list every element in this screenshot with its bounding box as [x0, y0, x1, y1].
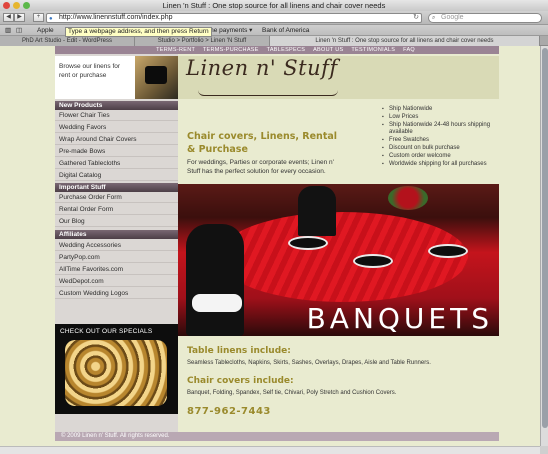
table-linens-heading: Table linens include: [187, 346, 291, 356]
search-icon: ⌕ [432, 15, 436, 21]
back-chair [298, 186, 336, 236]
address-text: http://www.linennstuff.com/index.php [59, 14, 173, 21]
menu-heading-new-products: New Products [55, 101, 178, 110]
nav-terms-purchase[interactable]: TERMS-PURCHASE [203, 47, 259, 53]
sidebar-item-flower-chair-ties[interactable]: Flower Chair Ties [55, 110, 178, 121]
sidebar-item-custom-wedding-logos[interactable]: Custom Wedding Logos [55, 288, 178, 299]
sidebar-item-rental-order-form[interactable]: Rental Order Form [55, 204, 178, 215]
vertical-scrollbar[interactable] [540, 46, 548, 446]
feature-item: Low Prices [382, 114, 494, 122]
hero-banner: BANQUETS [178, 184, 499, 336]
feature-item: Custom order welcome [382, 153, 494, 161]
menu-heading-affiliates: Affiliates [55, 230, 178, 239]
back-arrow-icon: ◀ [6, 14, 11, 20]
feature-item: Worldwide shipping for all purchases [382, 161, 494, 169]
logo-swoosh [198, 90, 338, 96]
menu-heading-important-stuff: Important Stuff [55, 183, 178, 192]
nav-faq[interactable]: FAQ [403, 47, 415, 53]
site-logo[interactable]: Linen n' Stuff [186, 56, 338, 80]
sidebar-item-digital-catalog[interactable]: Digital Catalog [55, 170, 178, 181]
page-headline: Chair covers, Linens, Rental & Purchase [187, 131, 338, 155]
resize-corner[interactable] [540, 446, 548, 454]
back-button[interactable]: ◀ [3, 13, 14, 22]
horizontal-scrollbar[interactable] [0, 446, 540, 454]
browse-linens-text: Browse our linens for rent or purchase [59, 63, 121, 79]
feature-item: Free Swatches [382, 137, 494, 145]
sidebar: Browse our linens for rent or purchase N… [55, 54, 178, 432]
search-placeholder: Google [441, 14, 464, 21]
nav-testimonials[interactable]: TESTIMONIALS [351, 47, 395, 53]
sidebar-item-wedding-favors[interactable]: Wedding Favors [55, 122, 178, 133]
specials-banner[interactable]: CHECK OUT OUR SPECIALS [55, 324, 178, 414]
plate-setting [428, 244, 468, 258]
nav-terms-rent[interactable]: TERMS-RENT [156, 47, 195, 53]
window-title: Linen 'n Stuff : One stop source for all… [162, 1, 386, 10]
feature-item: Ship Nationwide 24-48 hours shipping ava… [382, 122, 494, 138]
promo-photo [135, 56, 178, 99]
site-container: Browse our linens for rent or purchase N… [55, 54, 499, 432]
sidebar-item-alltime-favorites[interactable]: AllTime Favorites.com [55, 264, 178, 275]
hero-caption: BANQUETS [306, 302, 493, 335]
reload-icon[interactable]: ↻ [413, 14, 419, 22]
chair-covers-heading: Chair covers include: [187, 376, 294, 386]
bookmark-bank-of-america[interactable]: Bank of America [262, 25, 309, 36]
nav-tablespecs[interactable]: TABLESPECS [267, 47, 306, 53]
address-bar[interactable]: ● http://www.linennstuff.com/index.php ↻ [46, 13, 422, 23]
tab-studio-portfolio[interactable]: Studio > Portfolio > Linen 'N Stuff [135, 36, 270, 46]
sidebar-item-pre-made-bows[interactable]: Pre-made Bows [55, 146, 178, 157]
chair-sash [192, 294, 242, 312]
globe-icon: ● [49, 16, 53, 22]
plate-setting [353, 254, 393, 268]
sidebar-item-purchase-order-form[interactable]: Purchase Order Form [55, 192, 178, 203]
nav-about-us[interactable]: ABOUT US [313, 47, 343, 53]
phone-number: 877-962-7443 [187, 406, 271, 417]
add-bookmark-button[interactable]: + [33, 13, 44, 22]
features-list: Ship Nationwide Low Prices Ship Nationwi… [382, 106, 494, 168]
browse-linens-promo[interactable]: Browse our linens for rent or purchase [55, 56, 178, 99]
footer: © 2009 Linen n' Stuff. All rights reserv… [55, 432, 499, 441]
chair-covers-text: Banquet, Folding, Spandex, Self tie, Chi… [187, 390, 397, 396]
bookmark-apple[interactable]: Apple [37, 25, 54, 36]
close-window-icon[interactable] [3, 2, 10, 9]
sidebar-item-wedding-accessories[interactable]: Wedding Accessories [55, 240, 178, 251]
top-navigation: TERMS-RENT TERMS-PURCHASE TABLESPECS ABO… [55, 46, 499, 54]
web-page: TERMS-RENT TERMS-PURCHASE TABLESPECS ABO… [0, 46, 548, 454]
sidebar-item-gathered-tablecloths[interactable]: Gathered Tablecloths [55, 158, 178, 169]
bookmarks-icon[interactable]: ▥ [5, 25, 11, 36]
tab-bar: PhD Art Studio - Edit - WordPress Studio… [0, 36, 548, 46]
front-chair [186, 224, 244, 336]
zoom-window-icon[interactable] [23, 2, 30, 9]
sidebar-item-partypop[interactable]: PartyPop.com [55, 252, 178, 263]
sidebar-item-our-blog[interactable]: Our Blog [55, 216, 178, 227]
sidebar-item-wrap-around-chair-covers[interactable]: Wrap Around Chair Covers [55, 134, 178, 145]
forward-button[interactable]: ▶ [14, 13, 25, 22]
tab-wordpress[interactable]: PhD Art Studio - Edit - WordPress [0, 36, 135, 46]
plus-icon: + [36, 14, 41, 20]
forward-arrow-icon: ▶ [17, 14, 22, 20]
centerpiece-flowers [388, 186, 428, 210]
plate-setting [288, 236, 328, 250]
tab-linen-n-stuff[interactable]: Linen 'n Stuff : One stop source for all… [270, 36, 540, 46]
sidebar-item-weddepot[interactable]: WedDepot.com [55, 276, 178, 287]
feature-item: Ship Nationwide [382, 106, 494, 114]
window-titlebar: Linen 'n Stuff : One stop source for all… [0, 0, 548, 11]
feature-item: Discount on bulk purchase [382, 145, 494, 153]
specials-label: CHECK OUT OUR SPECIALS [60, 328, 153, 335]
address-tooltip: Type a webpage address, and then press R… [65, 27, 212, 37]
minimize-window-icon[interactable] [13, 2, 20, 9]
red-tablecloth [218, 212, 468, 302]
reading-list-icon[interactable]: ◫ [16, 25, 22, 36]
intro-text: For weddings, Parties or corporate event… [187, 159, 334, 175]
scrollbar-thumb[interactable] [542, 48, 548, 428]
main-content: Linen n' Stuff Chair covers, Linens, Ren… [178, 54, 499, 432]
search-field[interactable]: ⌕ Google [428, 13, 542, 23]
browser-toolbar: ◀ ▶ + ● http://www.linennstuff.com/index… [0, 11, 548, 25]
window-controls [3, 2, 30, 9]
specials-photo [65, 340, 167, 406]
table-linens-text: Seamless Tablecloths, Napkins, Skirts, S… [187, 360, 431, 366]
